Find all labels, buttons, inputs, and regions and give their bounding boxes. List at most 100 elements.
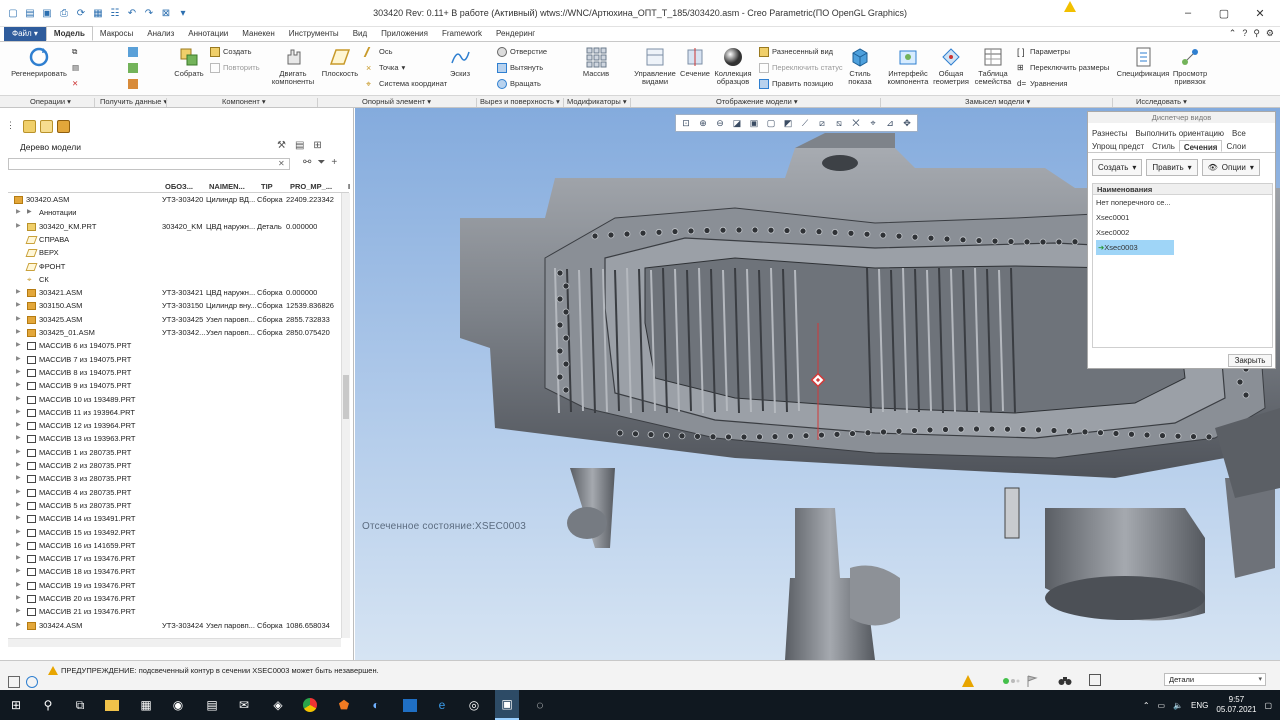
tree-row[interactable]: 303420.ASM УТЗ-303420 Цилиндр ВД... Сборка 2… [8, 193, 341, 206]
tree-row[interactable]: ▶ МАССИВ 21 из 193476.PRT [8, 605, 341, 618]
tab-layers[interactable]: Слои [1222, 140, 1249, 152]
expand-arrow-icon[interactable]: ▶ [16, 326, 21, 339]
search-icon[interactable]: ⚲ [1253, 28, 1260, 39]
find-icon[interactable]: ⚯ [303, 157, 311, 168]
expand-arrow-icon[interactable]: ▶ [16, 406, 21, 419]
notifications-icon[interactable]: ▢ [1264, 701, 1272, 710]
store-icon[interactable]: ▦ [138, 697, 154, 713]
regenerate-button[interactable]: Регенерировать [10, 46, 68, 78]
expand-arrow-icon[interactable]: ▶ [16, 206, 21, 219]
family-table-button[interactable]: Таблица семейства [972, 46, 1014, 86]
expand-arrow-icon[interactable]: ▶ [16, 619, 21, 632]
tree-row[interactable]: ▶ МАССИВ 11 из 193964.PRT [8, 406, 341, 419]
group-investigate[interactable]: Исследовать ▾ [1136, 97, 1187, 106]
tab-model[interactable]: Модель [45, 26, 93, 41]
clear-search-icon[interactable]: ✕ [278, 159, 285, 168]
csys-display-icon[interactable]: ⌖ [866, 116, 880, 130]
app-icon-3[interactable]: ⬟ [336, 697, 352, 713]
display-style-button[interactable]: Стиль показа [844, 46, 876, 86]
perspective-icon[interactable]: ⟋ [798, 116, 812, 130]
tab-framework[interactable]: Framework [435, 27, 489, 41]
tree-row[interactable]: ▶ 303421.ASM УТЗ-303421 ЦВД наружн... Сборка… [8, 286, 341, 299]
app-icon-4[interactable]: ◐ [368, 697, 384, 713]
group-modifiers[interactable]: Модификаторы ▾ [567, 97, 627, 106]
create-section-button[interactable]: Создать ▾ [1092, 159, 1143, 176]
tree-vertical-scrollbar[interactable] [341, 193, 350, 638]
switch-dimensions-button[interactable]: ⊞ Переключить размеры [1017, 62, 1109, 73]
tree-row[interactable]: ▶ МАССИВ 15 из 193492.PRT [8, 526, 341, 539]
mail-icon[interactable]: ✉ [236, 697, 252, 713]
workspace-icon[interactable] [57, 120, 70, 133]
list-item[interactable]: Xsec0002 [1093, 225, 1272, 240]
edit-section-button[interactable]: Править ▾ [1146, 159, 1198, 176]
display-style-icon[interactable]: ▣ [747, 116, 761, 130]
column-tip[interactable]: TIP [261, 182, 273, 191]
view-references-button[interactable]: Просмотр привязок [1170, 46, 1210, 86]
tree-row[interactable]: ▶ МАССИВ 2 из 280735.PRT [8, 459, 341, 472]
folder-browser-icon[interactable] [23, 120, 36, 133]
tree-scroll-thumb[interactable] [343, 375, 349, 419]
annotation-display-icon[interactable]: ⊿ [883, 116, 897, 130]
axis-display-icon[interactable]: ⧅ [832, 116, 846, 130]
expand-arrow-icon[interactable]: ▶ [16, 393, 21, 406]
repaint-icon[interactable]: ◪ [730, 116, 744, 130]
tree-row[interactable]: ▶ МАССИВ 13 из 193963.PRT [8, 432, 341, 445]
list-item[interactable]: Нет поперечного се... [1093, 195, 1272, 210]
tree-row[interactable]: ▶ МАССИВ 10 из 193489.PRT [8, 393, 341, 406]
close-icon[interactable]: ✕ [1242, 4, 1278, 22]
expand-arrow-icon[interactable]: ▶ [16, 565, 21, 578]
tree-columns-icon[interactable]: ⊞ [313, 140, 321, 151]
tree-row[interactable]: ▶ МАССИВ 14 из 193491.PRT [8, 512, 341, 525]
section-button[interactable]: Сечение [680, 46, 710, 78]
relations-button[interactable]: d= Уравнения [1017, 78, 1067, 89]
expand-arrow-icon[interactable]: ▶ [16, 579, 21, 592]
expand-arrow-icon[interactable]: ▶ [16, 605, 21, 618]
csys-button[interactable]: ⌖ Система координат [366, 78, 447, 89]
group-model-intent[interactable]: Замысел модели ▾ [965, 97, 1030, 106]
group-datum[interactable]: Опорный элемент ▾ [362, 97, 431, 106]
axis-button[interactable]: Ось [363, 46, 393, 57]
tree-search-input[interactable] [8, 158, 290, 170]
get-data-icon-1[interactable] [128, 46, 138, 57]
saved-orientations-icon[interactable]: ▢ [764, 116, 778, 130]
help-icon[interactable]: ? [1242, 28, 1247, 39]
expand-arrow-icon[interactable]: ▶ [16, 313, 21, 326]
tree-row[interactable]: ▶ МАССИВ 17 из 193476.PRT [8, 552, 341, 565]
tree-row[interactable]: ФРОНТ [8, 260, 341, 273]
tab-sections[interactable]: Сечения [1178, 140, 1223, 152]
manage-views-button[interactable]: Управление видами [632, 46, 678, 86]
common-geometry-button[interactable]: Общая геометрия [932, 46, 970, 86]
repeat-button[interactable]: Повторить [210, 62, 260, 73]
toggle-navigator-icon[interactable] [8, 676, 20, 688]
delete-icon[interactable]: ✕ [72, 78, 78, 89]
settings-icon[interactable]: ⚙ [1266, 28, 1274, 39]
point-button[interactable]: × Точка ▾ [366, 62, 405, 73]
minimize-ribbon-icon[interactable]: ⌃ [1229, 28, 1237, 39]
zoom-in-icon[interactable]: ⊕ [696, 116, 710, 130]
expand-arrow-icon[interactable]: ▶ [16, 419, 21, 432]
group-operations[interactable]: Операции ▾ [30, 97, 71, 106]
app-icon-5[interactable]: ◎ [466, 697, 482, 713]
outlook-icon[interactable] [402, 697, 418, 713]
tab-style[interactable]: Стиль [1148, 140, 1179, 152]
tree-row[interactable]: ▶ 303150.ASM УТЗ-303150 Цилиндр вну... Сборк… [8, 299, 341, 312]
tab-render[interactable]: Рендеринг [489, 27, 542, 41]
get-data-icon-3[interactable] [128, 78, 138, 89]
tree-settings-icon[interactable]: ⚒ [277, 140, 286, 151]
clock[interactable]: 9:57 05.07.2021 [1216, 695, 1256, 715]
expand-arrow-icon[interactable]: ▶ [16, 353, 21, 366]
sketch-button[interactable]: Эскиз [446, 46, 474, 78]
regen-status-icon[interactable] [1002, 675, 1020, 687]
expand-arrow-icon[interactable]: ▶ [16, 512, 21, 525]
expand-arrow-icon[interactable]: ▶ [16, 339, 21, 352]
tree-row[interactable]: ▶ МАССИВ 1 из 280735.PRT [8, 446, 341, 459]
taskbar-search-icon[interactable]: ⚲ [40, 697, 56, 713]
tab-macros[interactable]: Макросы [93, 27, 140, 41]
expand-arrow-icon[interactable]: ▶ [16, 379, 21, 392]
tree-row[interactable]: ▶ МАССИВ 6 из 194075.PRT [8, 339, 341, 352]
maximize-icon[interactable]: ▢ [1206, 4, 1242, 22]
minimize-icon[interactable]: – [1170, 4, 1206, 22]
add-column-icon[interactable]: + [331, 157, 337, 168]
tree-show-icon[interactable]: ▤ [295, 140, 304, 151]
browser-icon[interactable] [26, 676, 38, 688]
